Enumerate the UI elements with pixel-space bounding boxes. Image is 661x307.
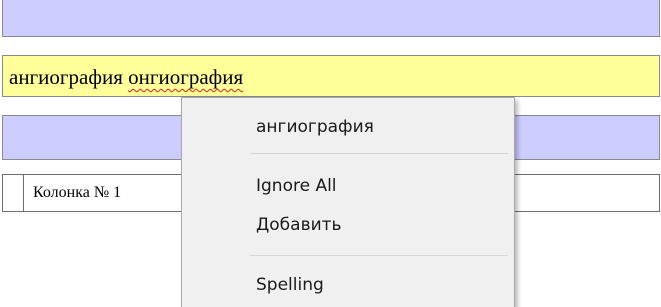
menu-separator <box>250 153 508 154</box>
row-gutter <box>3 175 24 211</box>
word-misspelled[interactable]: онгиография <box>128 65 243 89</box>
form-canvas: ангиография онгиография Колонка № 1 анги… <box>0 0 661 307</box>
text-field[interactable]: ангиография онгиография <box>2 55 660 97</box>
menu-separator <box>250 255 508 256</box>
menu-item-ignore-all[interactable]: Ignore All <box>256 176 337 196</box>
menu-item-spelling[interactable]: Spelling <box>256 275 324 295</box>
top-panel <box>2 0 660 37</box>
menu-item-add-to-dictionary[interactable]: Добавить <box>256 215 342 235</box>
menu-item-suggestion[interactable]: ангиография <box>256 117 374 137</box>
word-correct: ангиография <box>9 65 123 89</box>
spellcheck-context-menu: ангиография Ignore All Добавить Spelling <box>181 97 515 307</box>
